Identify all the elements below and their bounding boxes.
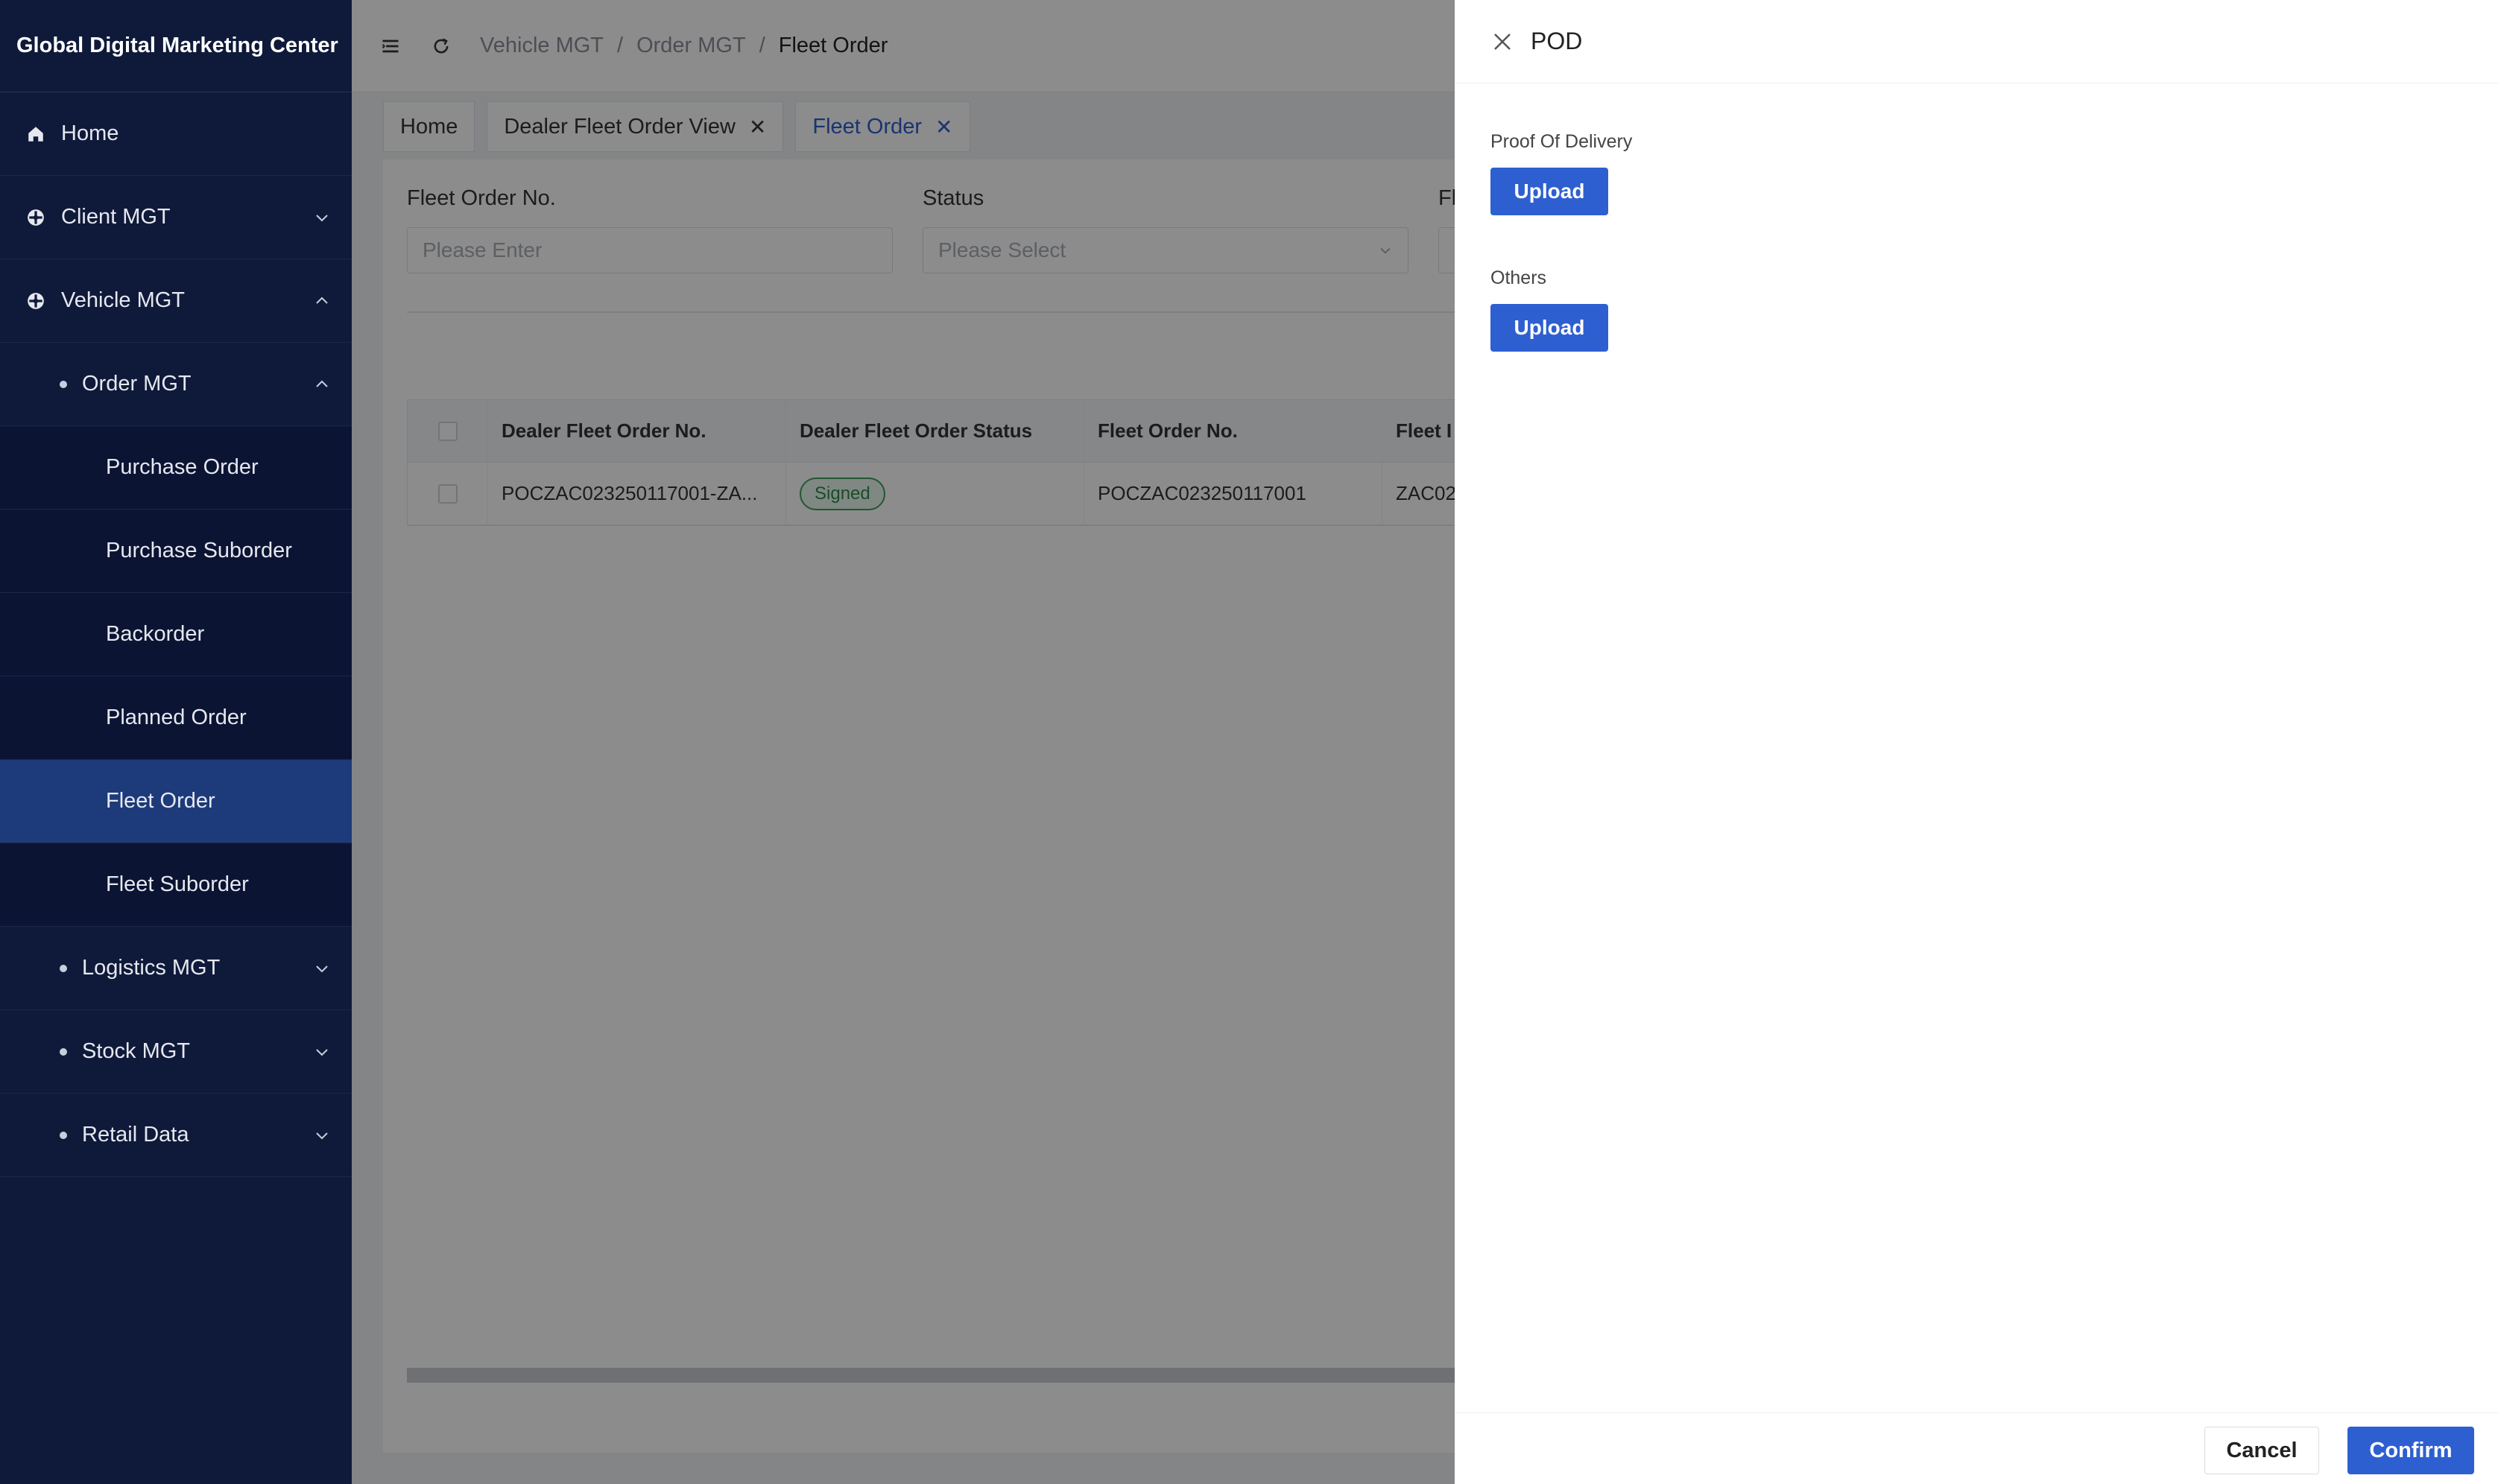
app-title: Global Digital Marketing Center bbox=[0, 0, 352, 92]
chevron-down-icon bbox=[316, 1048, 328, 1056]
sidebar-item-label: Stock MGT bbox=[82, 1039, 191, 1063]
sidebar: Global Digital Marketing Center Home Cli… bbox=[0, 0, 352, 1484]
upload-others-button[interactable]: Upload bbox=[1490, 304, 1608, 352]
sidebar-item-label: Purchase Suborder bbox=[106, 539, 292, 562]
section-label: Proof Of Delivery bbox=[1490, 131, 1633, 152]
sidebar-item-label: Logistics MGT bbox=[82, 956, 221, 980]
section-label: Others bbox=[1490, 267, 1547, 288]
sidebar-item-label: Fleet Suborder bbox=[106, 872, 249, 896]
gear-icon bbox=[25, 291, 46, 311]
sidebar-item-planned-order[interactable]: Planned Order bbox=[0, 676, 352, 760]
chevron-up-icon bbox=[316, 380, 328, 387]
sidebar-item-label: Fleet Order bbox=[106, 789, 215, 813]
chevron-down-icon bbox=[316, 1132, 328, 1139]
gear-icon bbox=[25, 207, 46, 228]
close-icon[interactable] bbox=[1489, 28, 1516, 55]
bullet-icon bbox=[60, 964, 67, 972]
sidebar-item-label: Client MGT bbox=[61, 205, 171, 229]
confirm-button[interactable]: Confirm bbox=[2347, 1427, 2474, 1474]
drawer-title: POD bbox=[1531, 28, 1583, 54]
sidebar-item-label: Retail Data bbox=[82, 1123, 189, 1147]
proof-of-delivery-section: Proof Of Delivery Upload bbox=[1490, 131, 2462, 215]
chevron-down-icon bbox=[316, 214, 328, 221]
bullet-icon bbox=[60, 380, 67, 388]
drawer-header: POD bbox=[1455, 0, 2498, 83]
drawer-body: Proof Of Delivery Upload Others Upload bbox=[1455, 83, 2498, 352]
sidebar-item-fleet-suborder[interactable]: Fleet Suborder bbox=[0, 843, 352, 927]
sidebar-item-home[interactable]: Home bbox=[0, 92, 352, 176]
sidebar-item-retail-data[interactable]: Retail Data bbox=[0, 1094, 352, 1177]
sidebar-item-fleet-order[interactable]: Fleet Order bbox=[0, 760, 352, 843]
sidebar-item-label: Vehicle MGT bbox=[61, 288, 185, 312]
cancel-button[interactable]: Cancel bbox=[2204, 1427, 2319, 1474]
sidebar-item-label: Planned Order bbox=[106, 705, 247, 729]
chevron-up-icon bbox=[316, 297, 328, 304]
sidebar-item-label: Backorder bbox=[106, 622, 205, 646]
home-icon bbox=[25, 124, 46, 145]
bullet-icon bbox=[60, 1047, 67, 1056]
drawer-footer: Cancel Confirm bbox=[1455, 1412, 2498, 1484]
sidebar-item-label: Purchase Order bbox=[106, 455, 259, 479]
sidebar-item-backorder[interactable]: Backorder bbox=[0, 593, 352, 676]
sidebar-item-client-mgt[interactable]: Client MGT bbox=[0, 176, 352, 259]
pod-drawer: POD Proof Of Delivery Upload Others Uplo… bbox=[1455, 0, 2498, 1484]
upload-proof-button[interactable]: Upload bbox=[1490, 168, 1608, 215]
sidebar-item-logistics-mgt[interactable]: Logistics MGT bbox=[0, 927, 352, 1010]
bullet-icon bbox=[60, 1131, 67, 1139]
sidebar-item-order-mgt[interactable]: Order MGT bbox=[0, 343, 352, 426]
sidebar-item-label: Home bbox=[61, 121, 119, 145]
sidebar-item-vehicle-mgt[interactable]: Vehicle MGT bbox=[0, 259, 352, 343]
sidebar-item-label: Order MGT bbox=[82, 372, 192, 396]
others-section: Others Upload bbox=[1490, 267, 2462, 352]
sidebar-item-purchase-suborder[interactable]: Purchase Suborder bbox=[0, 510, 352, 593]
sidebar-item-purchase-order[interactable]: Purchase Order bbox=[0, 426, 352, 510]
sidebar-item-stock-mgt[interactable]: Stock MGT bbox=[0, 1010, 352, 1094]
chevron-down-icon bbox=[316, 965, 328, 972]
